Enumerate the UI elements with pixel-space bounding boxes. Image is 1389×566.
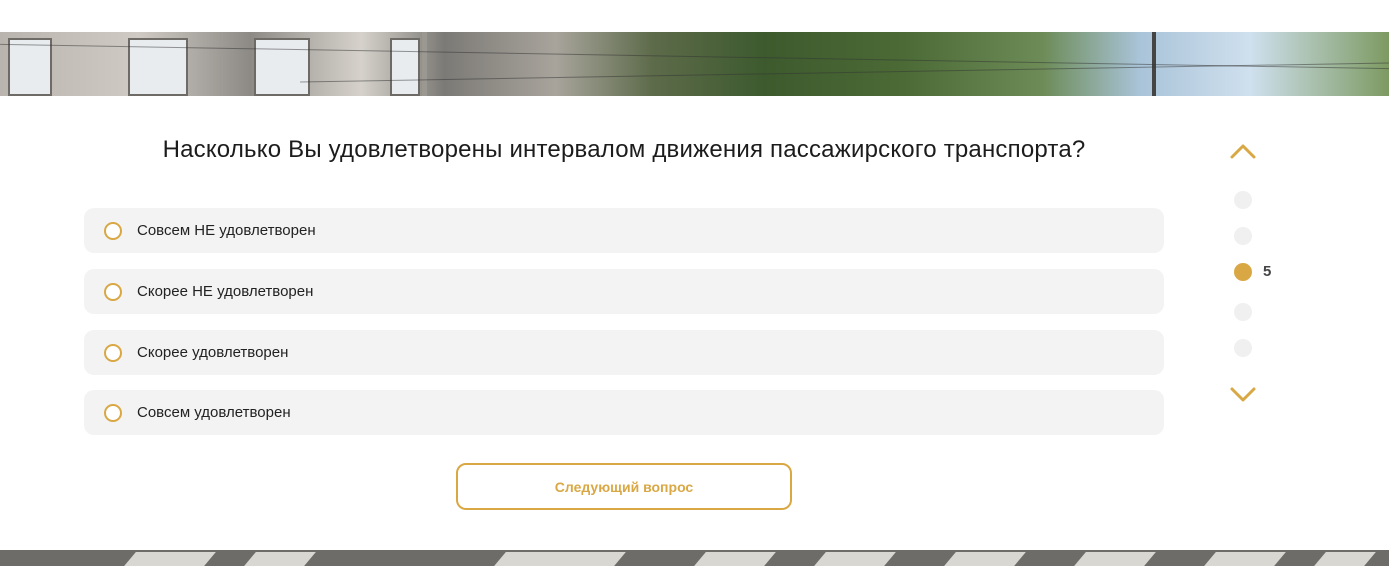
pager-dot[interactable] — [1234, 339, 1252, 357]
chevron-down-icon[interactable] — [1229, 384, 1257, 404]
radio-circle-icon[interactable] — [104, 343, 122, 362]
building-window-image — [254, 38, 310, 96]
road-marking-image — [1074, 552, 1156, 566]
answer-option-1[interactable]: Совсем НЕ удовлетворен — [84, 208, 1164, 253]
answer-option-label: Скорее НЕ удовлетворен — [137, 283, 314, 300]
question-title: Насколько Вы удовлетворены интервалом дв… — [162, 136, 1086, 163]
answer-option-label: Скорее удовлетворен — [137, 344, 289, 361]
chevron-up-icon[interactable] — [1229, 141, 1257, 161]
pager-dot[interactable] — [1234, 227, 1252, 245]
radio-circle-icon[interactable] — [104, 221, 122, 240]
road-marking-image — [1204, 552, 1286, 566]
road-marking-image — [244, 552, 316, 566]
answer-option-3[interactable]: Скорее удовлетворен — [84, 330, 1164, 375]
answer-option-4[interactable]: Совсем удовлетворен — [84, 390, 1164, 435]
building-window-image — [8, 38, 52, 96]
pager-dot[interactable] — [1234, 303, 1252, 321]
next-question-button[interactable]: Следующий вопрос — [456, 463, 792, 510]
wire-image — [300, 62, 1389, 83]
road-marking-image — [944, 552, 1026, 566]
pager-current-number: 5 — [1263, 263, 1272, 280]
pager-dot-active[interactable] — [1234, 263, 1252, 281]
footer-photo-banner — [0, 550, 1389, 566]
answer-option-label: Совсем НЕ удовлетворен — [137, 222, 316, 239]
header-photo-banner — [0, 32, 1389, 96]
road-marking-image — [494, 552, 626, 566]
answer-option-2[interactable]: Скорее НЕ удовлетворен — [84, 269, 1164, 314]
road-marking-image — [814, 552, 896, 566]
road-marking-image — [124, 552, 216, 566]
road-marking-image — [694, 552, 776, 566]
pager-dot[interactable] — [1234, 191, 1252, 209]
radio-circle-icon[interactable] — [104, 282, 122, 301]
answer-option-label: Совсем удовлетворен — [137, 404, 291, 421]
radio-circle-icon[interactable] — [104, 403, 122, 422]
road-marking-image — [1314, 552, 1376, 566]
pole-image — [422, 32, 427, 96]
building-window-image — [390, 38, 420, 96]
